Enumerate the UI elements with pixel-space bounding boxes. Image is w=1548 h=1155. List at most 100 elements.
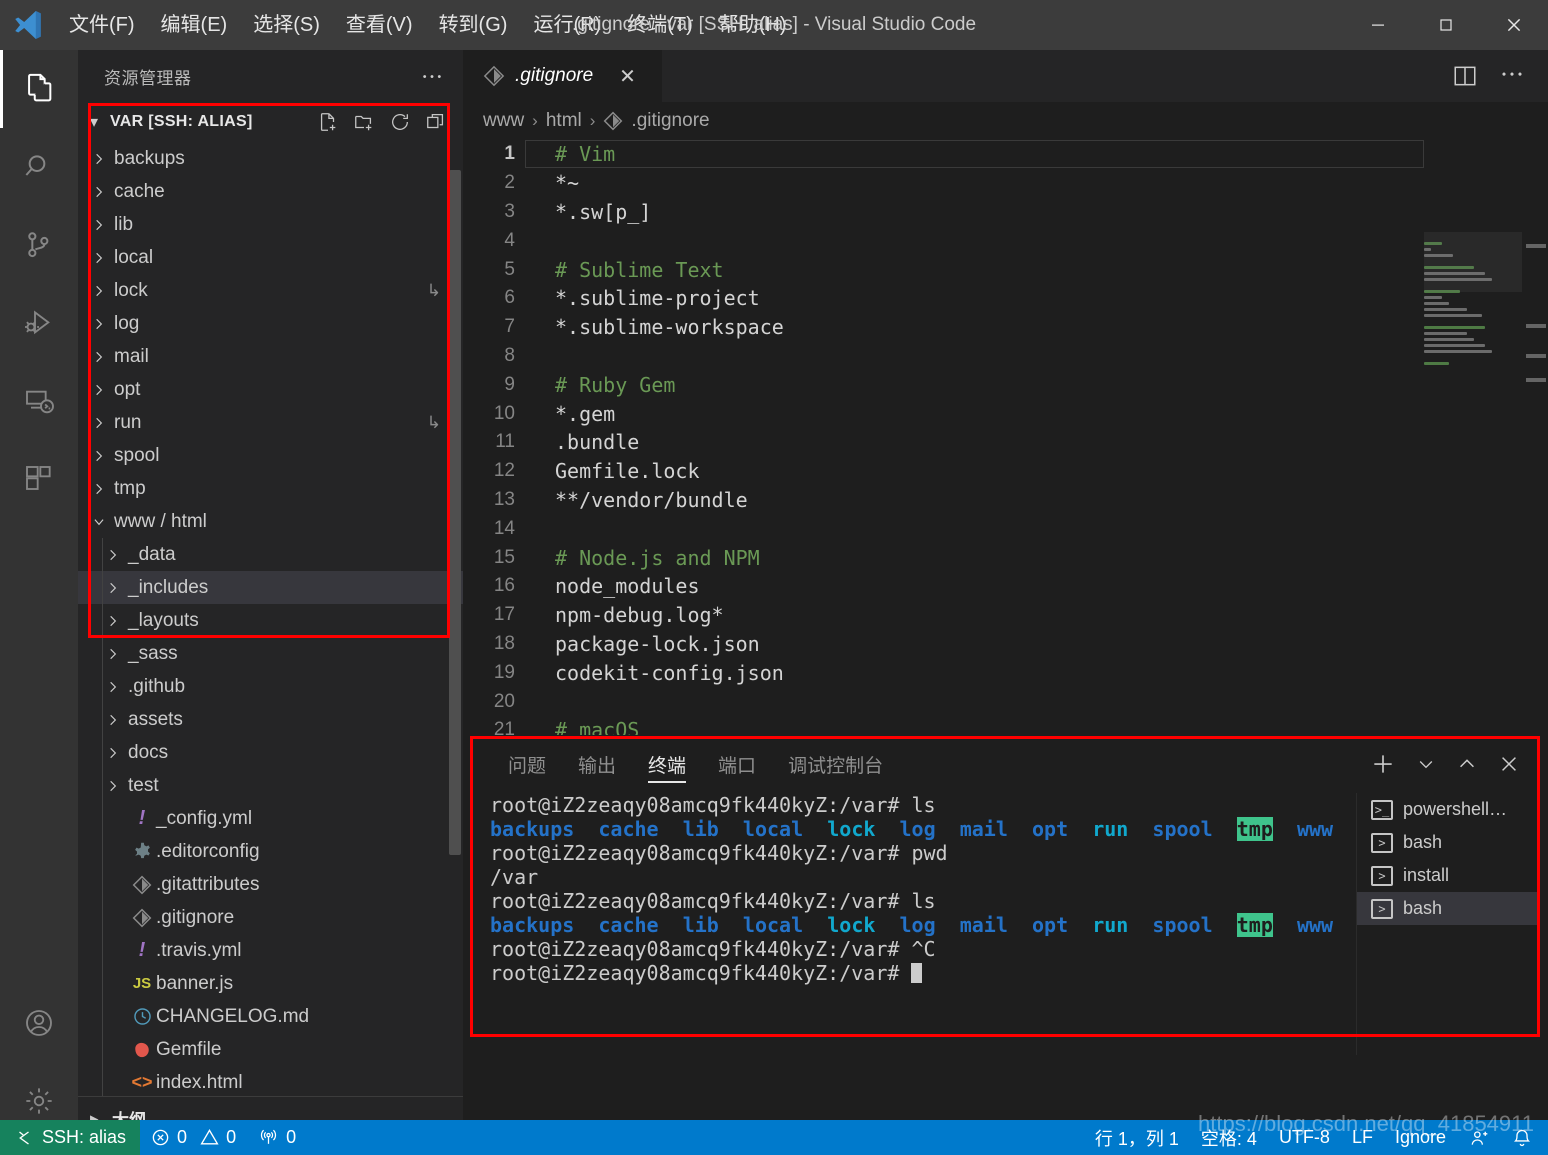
tab-debug-console[interactable]: 调试控制台 bbox=[772, 735, 899, 793]
code-line[interactable]: 12 Gemfile.lock bbox=[463, 457, 1548, 486]
status-language-mode[interactable]: Ignore bbox=[1384, 1120, 1457, 1155]
terminal-instance-install-2[interactable]: > install bbox=[1357, 859, 1538, 892]
activity-source-control[interactable] bbox=[0, 206, 78, 284]
code-line[interactable]: 17 npm-debug.log* bbox=[463, 601, 1548, 630]
activity-search[interactable] bbox=[0, 128, 78, 206]
code-line[interactable]: 16 node_modules bbox=[463, 572, 1548, 601]
tree-folder-.github[interactable]: .github bbox=[78, 670, 463, 703]
menu-file[interactable]: 文件(F) bbox=[56, 0, 148, 50]
tree-folder-assets[interactable]: assets bbox=[78, 703, 463, 736]
code-line[interactable]: 6 *.sublime-project bbox=[463, 284, 1548, 313]
panel-tab-list[interactable]: 问题 输出 终端 端口 调试控制台 bbox=[470, 735, 899, 793]
minimap-slider[interactable] bbox=[1424, 232, 1522, 292]
new-folder-icon[interactable] bbox=[353, 111, 375, 133]
split-editor-icon[interactable] bbox=[1452, 63, 1478, 89]
code-line[interactable]: 11 .bundle bbox=[463, 428, 1548, 457]
breadcrumb-item-www[interactable]: www bbox=[483, 110, 524, 132]
more-actions-icon[interactable]: ⋯ bbox=[1500, 64, 1526, 88]
tab-gitignore[interactable]: .gitignore ✕ bbox=[463, 50, 663, 102]
activity-remote-explorer[interactable] bbox=[0, 362, 78, 440]
code-line[interactable]: 4 bbox=[463, 226, 1548, 255]
activity-run-and-debug[interactable] bbox=[0, 284, 78, 362]
tree-folder-docs[interactable]: docs bbox=[78, 736, 463, 769]
status-problems[interactable]: 0 0 bbox=[140, 1120, 247, 1155]
status-notifications[interactable] bbox=[1501, 1120, 1548, 1155]
close-panel-icon[interactable] bbox=[1498, 753, 1520, 775]
menu-terminal[interactable]: 终端(T) bbox=[614, 0, 706, 50]
terminal-instance-bash-1[interactable]: > bash bbox=[1357, 826, 1538, 859]
terminal-instance-powershell-0[interactable]: >_ powershell… bbox=[1357, 793, 1538, 826]
close-button[interactable] bbox=[1480, 0, 1548, 50]
code-line[interactable]: 9 # Ruby Gem bbox=[463, 370, 1548, 399]
activity-accounts[interactable] bbox=[0, 984, 78, 1062]
tree-folder-lib[interactable]: lib bbox=[78, 208, 463, 241]
activity-bar[interactable] bbox=[0, 50, 78, 1140]
tree-file-CHANGELOG.md[interactable]: CHANGELOG.md bbox=[78, 1000, 463, 1033]
tab-ports[interactable]: 端口 bbox=[702, 735, 772, 793]
tree-folder-local[interactable]: local bbox=[78, 241, 463, 274]
code-line[interactable]: 18 package-lock.json bbox=[463, 630, 1548, 659]
tree-folder-cache[interactable]: cache bbox=[78, 175, 463, 208]
breadcrumb[interactable]: www › html › .gitignore bbox=[463, 102, 1548, 140]
panel-actions[interactable] bbox=[1370, 751, 1538, 777]
maximize-panel-icon[interactable] bbox=[1456, 753, 1478, 775]
menu-run[interactable]: 运行(R) bbox=[520, 0, 614, 50]
close-icon[interactable]: ✕ bbox=[619, 64, 636, 89]
tree-folder-tmp[interactable]: tmp bbox=[78, 472, 463, 505]
tree-folder-_layouts[interactable]: _layouts bbox=[78, 604, 463, 637]
status-remote-indicator[interactable]: SSH: alias bbox=[0, 1120, 141, 1155]
breadcrumb-item-html[interactable]: html bbox=[546, 110, 582, 132]
code-line[interactable]: 14 bbox=[463, 514, 1548, 543]
terminal-shell-list[interactable]: >_ powershell… > bash > install > bash bbox=[1356, 793, 1538, 1055]
breadcrumb-item-file[interactable]: .gitignore bbox=[631, 110, 709, 132]
tree-file-index.html[interactable]: <> index.html bbox=[78, 1066, 463, 1096]
status-encoding[interactable]: UTF-8 bbox=[1268, 1120, 1341, 1155]
menu-selection[interactable]: 选择(S) bbox=[240, 0, 333, 50]
new-file-icon[interactable] bbox=[317, 111, 339, 133]
code-line[interactable]: 5 # Sublime Text bbox=[463, 255, 1548, 284]
tree-folder-www-html[interactable]: www / html bbox=[78, 505, 463, 538]
status-indentation[interactable]: 空格: 4 bbox=[1190, 1120, 1268, 1155]
tree-file-.travis.yml[interactable]: ! .travis.yml bbox=[78, 934, 463, 967]
tree-folder-_data[interactable]: _data bbox=[78, 538, 463, 571]
tree-folder-log[interactable]: log bbox=[78, 307, 463, 340]
sidebar-scrollbar[interactable] bbox=[449, 170, 461, 855]
new-terminal-icon[interactable] bbox=[1370, 751, 1396, 777]
status-feedback[interactable] bbox=[1457, 1120, 1501, 1155]
code-line[interactable]: 13 **/vendor/bundle bbox=[463, 486, 1548, 515]
file-tree[interactable]: backups cache lib local lock ↳ log mail opt run ↳ s… bbox=[78, 142, 463, 1096]
menu-view[interactable]: 查看(V) bbox=[333, 0, 426, 50]
explorer-section-header[interactable]: ▾ VAR [SSH: ALIAS] bbox=[78, 102, 463, 142]
terminal-output[interactable]: root@iZ2zeaqy08amcq9fk440kyZ:/var# ls bac… bbox=[470, 793, 1356, 1055]
tree-file-_config.yml[interactable]: ! _config.yml bbox=[78, 802, 463, 835]
code-line[interactable]: 7 *.sublime-workspace bbox=[463, 313, 1548, 342]
tree-folder-backups[interactable]: backups bbox=[78, 142, 463, 175]
maximize-button[interactable] bbox=[1412, 0, 1480, 50]
tree-file-.gitattributes[interactable]: .gitattributes bbox=[78, 868, 463, 901]
tree-file-Gemfile[interactable]: Gemfile bbox=[78, 1033, 463, 1066]
collapse-all-icon[interactable] bbox=[425, 111, 447, 133]
sidebar-more-actions-icon[interactable]: ⋯ bbox=[421, 60, 445, 92]
status-ports[interactable]: 0 bbox=[247, 1120, 307, 1155]
tree-folder-_includes[interactable]: _includes bbox=[78, 571, 463, 604]
status-eol[interactable]: LF bbox=[1341, 1120, 1384, 1155]
tree-folder-opt[interactable]: opt bbox=[78, 373, 463, 406]
chevron-down-icon[interactable] bbox=[1416, 754, 1436, 774]
status-line-col[interactable]: 行 1，列 1 bbox=[1084, 1120, 1190, 1155]
code-line[interactable]: 2 *~ bbox=[463, 169, 1548, 198]
code-line[interactable]: 10 *.gem bbox=[463, 399, 1548, 428]
tree-folder-lock[interactable]: lock ↳ bbox=[78, 274, 463, 307]
menu-edit[interactable]: 编辑(E) bbox=[148, 0, 241, 50]
terminal-instance-bash-3[interactable]: > bash bbox=[1357, 892, 1538, 925]
tree-folder-mail[interactable]: mail bbox=[78, 340, 463, 373]
editor-tab-actions[interactable]: ⋯ bbox=[1452, 50, 1548, 102]
tree-folder-spool[interactable]: spool bbox=[78, 439, 463, 472]
menu-help[interactable]: 帮助(H) bbox=[706, 0, 800, 50]
window-controls[interactable] bbox=[1344, 0, 1548, 50]
activity-files-explorer[interactable] bbox=[0, 50, 78, 128]
code-line[interactable]: 3 *.sw[p_] bbox=[463, 198, 1548, 227]
menu-go[interactable]: 转到(G) bbox=[426, 0, 521, 50]
minimize-button[interactable] bbox=[1344, 0, 1412, 50]
activity-extensions[interactable] bbox=[0, 440, 78, 518]
menu-bar[interactable]: 文件(F) 编辑(E) 选择(S) 查看(V) 转到(G) 运行(R) 终端(T… bbox=[56, 0, 800, 50]
